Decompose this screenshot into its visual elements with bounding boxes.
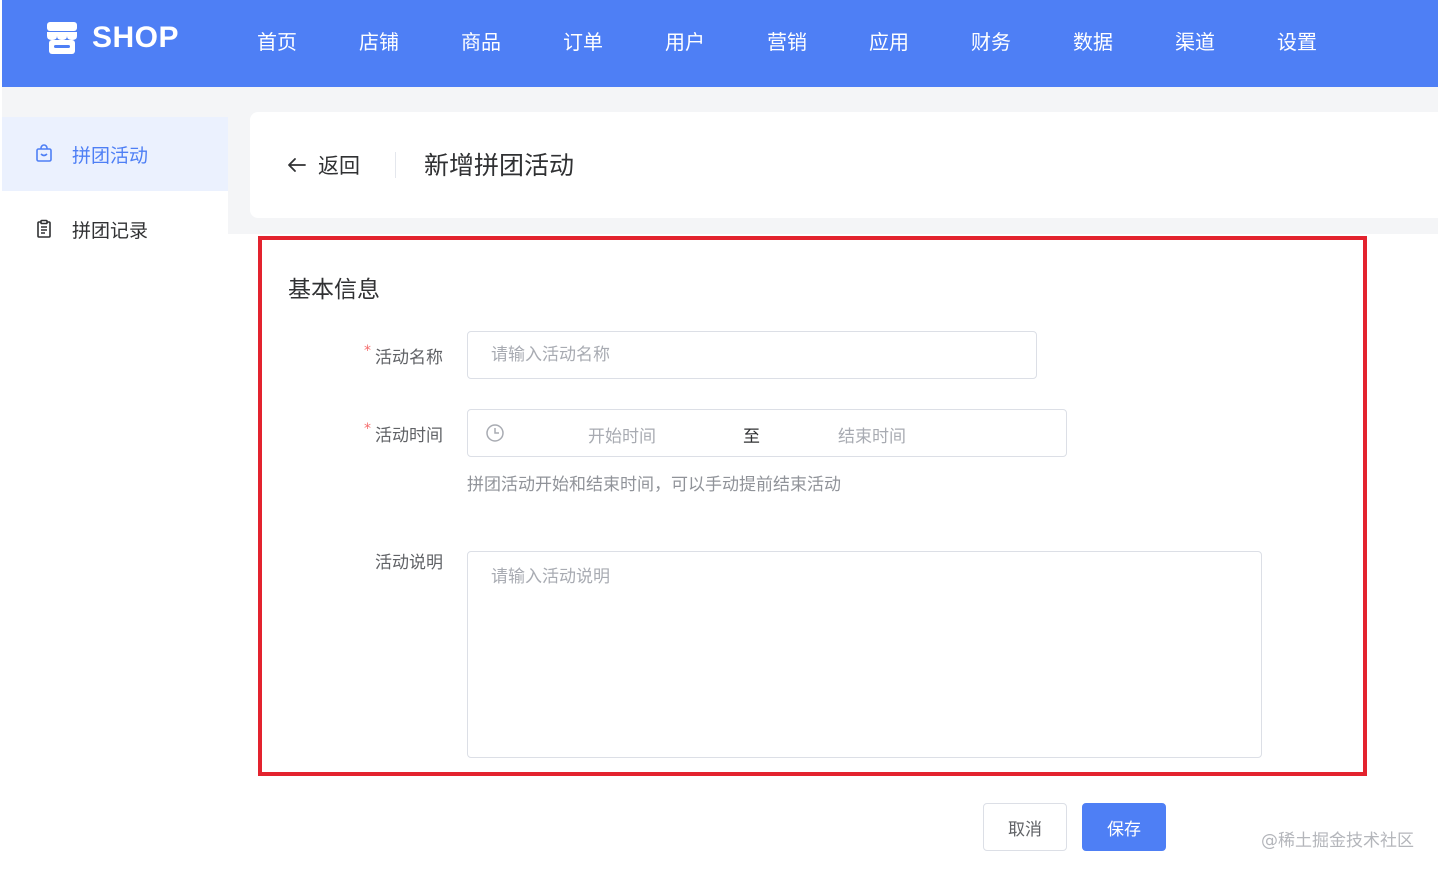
required-mark: * <box>364 421 371 437</box>
brand-name: SHOP <box>92 21 180 54</box>
clock-icon <box>486 424 504 442</box>
activity-name-input[interactable] <box>467 331 1037 379</box>
sidebar: 拼团活动 拼团记录 <box>2 87 228 871</box>
sidebar-item-label: 拼团活动 <box>72 144 149 167</box>
section-title: 基本信息 <box>288 277 380 303</box>
nav-item-orders[interactable]: 订单 <box>563 26 603 55</box>
watermark: @稀土掘金技术社区 <box>1261 831 1414 851</box>
nav-item-finance[interactable]: 财务 <box>971 26 1011 55</box>
range-separator: 至 <box>743 427 760 447</box>
nav-item-channels[interactable]: 渠道 <box>1175 26 1215 55</box>
nav-item-products[interactable]: 商品 <box>461 26 501 55</box>
store-icon <box>47 22 77 54</box>
sidebar-top-strip <box>2 87 228 117</box>
required-mark: * <box>364 343 371 359</box>
end-time-input[interactable]: 结束时间 <box>838 422 906 447</box>
brand-logo[interactable]: SHOP <box>44 20 179 56</box>
arrow-left-icon <box>288 158 306 172</box>
nav-item-users[interactable]: 用户 <box>665 26 705 55</box>
activity-description-label: 活动说明 <box>375 553 443 573</box>
header-divider <box>395 152 396 178</box>
sidebar-item-label: 拼团记录 <box>72 219 149 242</box>
nav-item-data[interactable]: 数据 <box>1073 26 1113 55</box>
clipboard-icon <box>37 219 51 238</box>
activity-time-label-text: 活动时间 <box>375 426 443 446</box>
save-button[interactable]: 保存 <box>1082 803 1166 851</box>
page-title: 新增拼团活动 <box>424 151 575 180</box>
back-button[interactable]: 返回 <box>286 150 360 180</box>
activity-name-label: * 活动名称 <box>364 343 443 368</box>
sidebar-item-group-activity[interactable]: 拼团活动 <box>2 117 228 191</box>
nav-item-home[interactable]: 首页 <box>257 26 297 55</box>
start-time-input[interactable]: 开始时间 <box>588 422 656 447</box>
activity-name-label-text: 活动名称 <box>375 348 443 368</box>
activity-time-range-picker[interactable]: 开始时间 至 结束时间 <box>467 409 1067 457</box>
top-navbar: SHOP 首页 店铺 商品 订单 用户 营销 应用 财务 数据 渠道 设置 <box>2 0 1438 87</box>
nav-item-marketing[interactable]: 营销 <box>767 26 807 55</box>
page-header: 返回 新增拼团活动 <box>250 112 1438 218</box>
activity-time-hint: 拼团活动开始和结束时间，可以手动提前结束活动 <box>467 475 841 495</box>
activity-description-textarea[interactable] <box>467 551 1262 758</box>
nav-item-apps[interactable]: 应用 <box>869 26 909 55</box>
sidebar-item-group-records[interactable]: 拼团记录 <box>2 192 228 266</box>
nav-item-settings[interactable]: 设置 <box>1277 26 1317 55</box>
activity-time-label: * 活动时间 <box>364 421 443 446</box>
shopping-bag-icon <box>36 144 52 162</box>
cancel-button[interactable]: 取消 <box>983 803 1067 851</box>
nav-item-store[interactable]: 店铺 <box>359 26 399 55</box>
back-label: 返回 <box>318 154 360 178</box>
